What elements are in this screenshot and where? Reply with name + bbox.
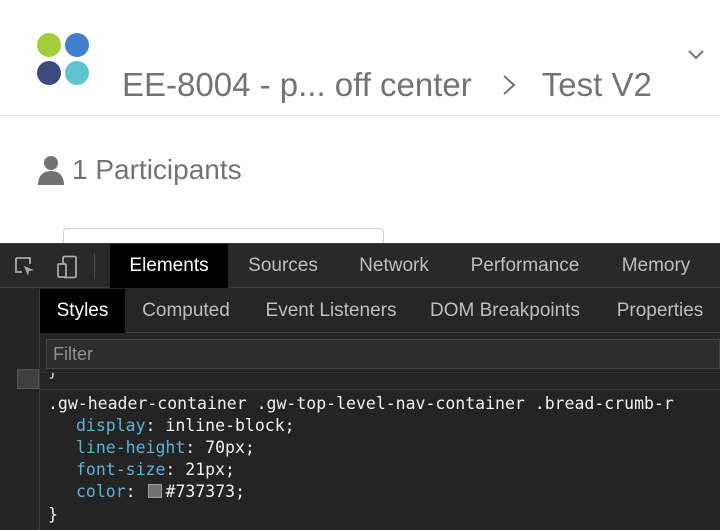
css-declaration[interactable]: font-size: 21px;: [76, 460, 235, 479]
css-value[interactable]: 70px;: [205, 438, 255, 457]
filter-input[interactable]: [46, 339, 720, 369]
dom-tree-gutter: [0, 289, 40, 530]
logo-dot: [65, 61, 89, 85]
css-value[interactable]: inline-block;: [165, 416, 294, 435]
subtab-dom-breakpoints[interactable]: DOM Breakpoints: [415, 289, 595, 333]
tab-performance[interactable]: Performance: [450, 244, 600, 288]
tab-network[interactable]: Network: [338, 244, 450, 288]
css-selector[interactable]: .gw-header-container .gw-top-level-nav-c…: [48, 394, 674, 413]
color-swatch[interactable]: [147, 484, 162, 498]
logo-dot: [65, 33, 89, 57]
css-declaration[interactable]: display: inline-block;: [76, 416, 295, 435]
css-property[interactable]: display: [76, 416, 146, 435]
styles-rule-pane: } .gw-header-container .gw-top-level-nav…: [40, 373, 720, 530]
rule-divider: [40, 389, 720, 390]
devtools-panel: Elements Sources Network Performance Mem…: [0, 243, 720, 530]
css-value[interactable]: #737373;: [166, 482, 245, 501]
css-value[interactable]: 21px;: [185, 460, 235, 479]
css-declaration[interactable]: color: #737373;: [76, 482, 245, 501]
css-property[interactable]: line-height: [76, 438, 185, 457]
breadcrumb-item-project[interactable]: EE-8004 - p... off center: [122, 66, 472, 104]
css-declaration[interactable]: line-height: 70px;: [76, 438, 255, 457]
tab-elements[interactable]: Elements: [110, 244, 228, 288]
breadcrumb-item-test[interactable]: Test V2: [542, 66, 652, 104]
breadcrumb: EE-8004 - p... off center Test V2: [122, 60, 652, 110]
css-property[interactable]: color: [76, 482, 126, 501]
styles-subtoolbar: Styles Computed Event Listeners DOM Brea…: [40, 289, 720, 333]
css-property[interactable]: font-size: [76, 460, 165, 479]
logo-dot: [37, 61, 61, 85]
subtab-styles[interactable]: Styles: [40, 289, 125, 333]
participants-summary: 1 Participants: [36, 150, 242, 190]
filter-bar: [40, 333, 720, 373]
app-header: EE-8004 - p... off center Test V2: [0, 0, 720, 116]
devtools-toolbar: Elements Sources Network Performance Mem…: [0, 244, 720, 288]
subtab-properties[interactable]: Properties: [595, 289, 720, 333]
previous-rule-close: }: [48, 373, 58, 380]
gutter-scroll-handle[interactable]: [17, 369, 39, 389]
inspect-element-icon[interactable]: [13, 255, 37, 279]
logo-dot: [37, 33, 61, 57]
participants-count: 1 Participants: [72, 154, 242, 185]
tab-sources[interactable]: Sources: [228, 244, 338, 288]
subtab-computed[interactable]: Computed: [125, 289, 247, 333]
device-toolbar-icon[interactable]: [56, 255, 80, 279]
tab-memory[interactable]: Memory: [600, 244, 712, 288]
subtab-event-listeners[interactable]: Event Listeners: [247, 289, 415, 333]
person-icon: [36, 154, 66, 186]
rule-close: }: [48, 505, 58, 524]
chevron-right-icon: [502, 74, 516, 96]
chevron-down-icon[interactable]: [687, 48, 705, 62]
toolbar-divider: [94, 253, 95, 279]
app-logo[interactable]: [37, 33, 89, 85]
